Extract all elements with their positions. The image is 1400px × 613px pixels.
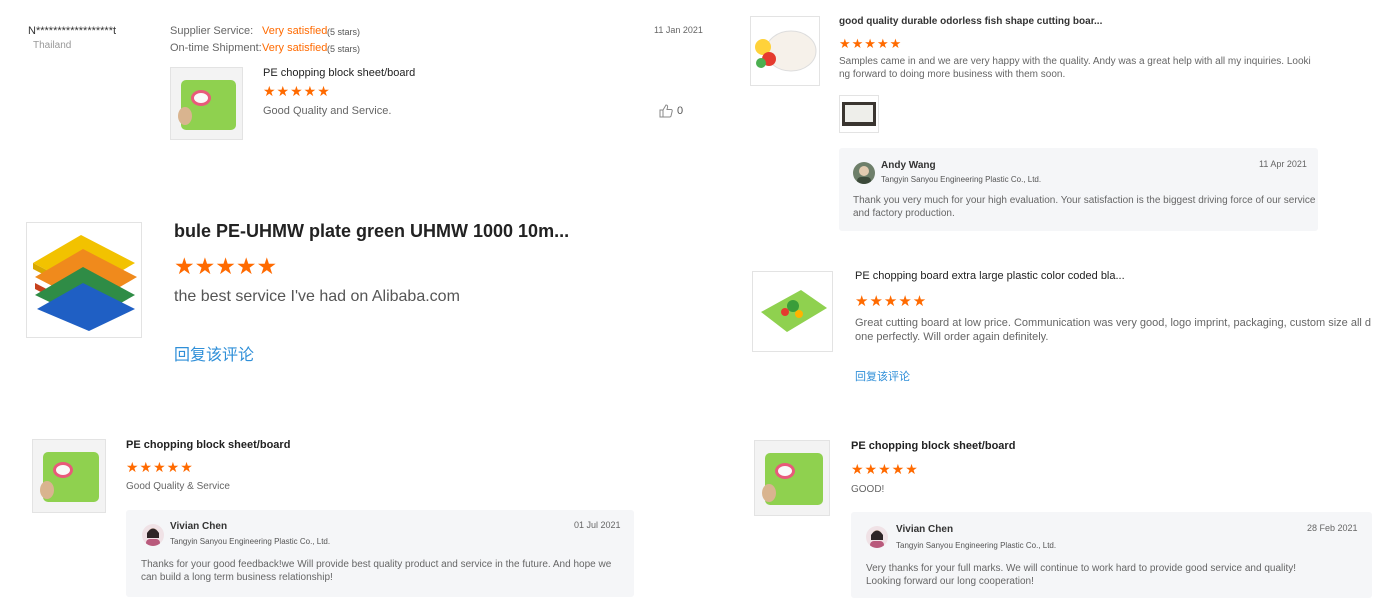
- reply-date: 11 Apr 2021: [1259, 159, 1307, 169]
- avatar-icon: [853, 162, 875, 184]
- review-comment: Good Quality and Service.: [263, 105, 392, 117]
- product-thumbnail[interactable]: [754, 440, 830, 516]
- reply-company: Tangyin Sanyou Engineering Plastic Co., …: [896, 541, 1057, 550]
- supplier-reply: Vivian Chen Tangyin Sanyou Engineering P…: [126, 510, 634, 597]
- product-thumbnail[interactable]: [752, 271, 833, 352]
- rating-stars: ★★★★★: [851, 461, 919, 477]
- reply-text-line1: Very thanks for your full marks. We will…: [866, 563, 1297, 574]
- rating-stars: ★★★★★: [839, 36, 903, 51]
- rating-stars: ★★★★★: [263, 83, 331, 99]
- reply-date: 28 Feb 2021: [1307, 523, 1358, 533]
- product-thumbnail[interactable]: [170, 67, 243, 140]
- supplier-service-stars: (5 stars): [327, 27, 361, 37]
- product-thumbnail[interactable]: [26, 222, 142, 338]
- like-count: 0: [677, 105, 684, 117]
- supplier-reply: Andy Wang Tangyin Sanyou Engineering Pla…: [839, 148, 1318, 231]
- reply-company: Tangyin Sanyou Engineering Plastic Co., …: [170, 537, 331, 546]
- rating-stars: ★★★★★: [126, 459, 194, 475]
- review-comment-line1: Great cutting board at low price. Commun…: [855, 317, 1372, 329]
- reply-company: Tangyin Sanyou Engineering Plastic Co., …: [881, 175, 1042, 184]
- product-thumbnail[interactable]: [750, 16, 820, 86]
- reply-to-review-link[interactable]: 回复该评论: [174, 341, 254, 365]
- buyer-country: Thailand: [33, 40, 72, 51]
- avatar-icon: [142, 524, 164, 546]
- review-comment: the best service I've had on Alibaba.com: [174, 288, 460, 305]
- reply-name: Vivian Chen: [896, 524, 954, 535]
- reply-date: 01 Jul 2021: [574, 520, 621, 530]
- reply-text-line2: and factory production.: [853, 208, 955, 219]
- reply-text-line2: can build a long term business relations…: [141, 572, 333, 583]
- supplier-service-value: Very satisfied: [262, 25, 328, 37]
- shipment-stars: (5 stars): [327, 44, 361, 54]
- shipment-label: On-time Shipment:: [170, 42, 262, 54]
- review-comment: Good Quality & Service: [126, 481, 230, 492]
- rating-stars: ★★★★★: [855, 293, 928, 310]
- buyer-name: N******************t: [28, 25, 117, 37]
- avatar-icon: [866, 526, 888, 548]
- reply-text-line2: Looking forward our long cooperation!: [866, 576, 1034, 587]
- review-comment: GOOD!: [851, 484, 885, 495]
- thumbs-up-icon[interactable]: [659, 104, 673, 123]
- product-title[interactable]: PE chopping block sheet/board: [263, 67, 415, 79]
- supplier-reply: Vivian Chen Tangyin Sanyou Engineering P…: [851, 512, 1372, 598]
- product-title[interactable]: PE chopping block sheet/board: [851, 440, 1015, 452]
- reply-name: Andy Wang: [881, 160, 936, 171]
- review-comment-line2: one perfectly. Will order again definite…: [855, 331, 1049, 343]
- review-photo[interactable]: [839, 95, 879, 133]
- product-thumbnail[interactable]: [32, 439, 106, 513]
- shipment-value: Very satisfied: [262, 42, 328, 54]
- reply-name: Vivian Chen: [170, 521, 228, 532]
- supplier-service-label: Supplier Service:: [170, 25, 254, 37]
- product-title[interactable]: PE chopping board extra large plastic co…: [855, 270, 1125, 282]
- product-title[interactable]: PE chopping block sheet/board: [126, 439, 290, 451]
- reply-to-review-link[interactable]: 回复该评论: [855, 368, 910, 384]
- product-title[interactable]: bule PE-UHMW plate green UHMW 1000 10m..…: [174, 221, 569, 242]
- product-title[interactable]: good quality durable odorless fish shape…: [839, 16, 1102, 27]
- review-comment-line1: Samples came in and we are very happy wi…: [839, 56, 1311, 67]
- review-comment-line2: ng forward to doing more business with t…: [839, 69, 1066, 80]
- reply-text-line1: Thanks for your good feedback!we Will pr…: [141, 559, 612, 570]
- rating-stars: ★★★★★: [174, 253, 278, 279]
- reply-text-line1: Thank you very much for your high evalua…: [853, 195, 1316, 206]
- review-date: 11 Jan 2021: [654, 25, 703, 35]
